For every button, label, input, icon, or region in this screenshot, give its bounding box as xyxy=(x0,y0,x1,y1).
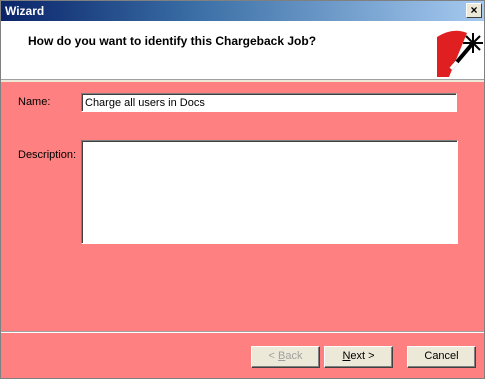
back-rest: ack xyxy=(285,350,303,362)
header-question: How do you want to identify this Chargeb… xyxy=(28,34,317,48)
window-title: Wizard xyxy=(5,4,45,18)
magic-wand-icon xyxy=(437,30,483,77)
next-button[interactable]: Next > xyxy=(324,346,393,368)
description-label: Description: xyxy=(18,149,77,161)
close-button[interactable]: × xyxy=(466,3,482,18)
wizard-header: How do you want to identify this Chargeb… xyxy=(1,21,484,80)
name-input[interactable] xyxy=(81,93,457,112)
form-panel: Name: Description: xyxy=(1,82,484,331)
back-button[interactable]: < Back xyxy=(251,346,320,368)
next-rest: ext > xyxy=(350,350,375,362)
button-bar: < Back Next > Cancel xyxy=(1,332,484,378)
cancel-button[interactable]: Cancel xyxy=(407,346,476,368)
back-prefix: < xyxy=(268,350,278,362)
description-input[interactable] xyxy=(81,140,458,244)
wizard-window: Wizard × How do you want to identify thi… xyxy=(0,0,485,379)
name-label: Name: xyxy=(18,96,51,108)
title-bar[interactable]: Wizard × xyxy=(1,1,484,21)
